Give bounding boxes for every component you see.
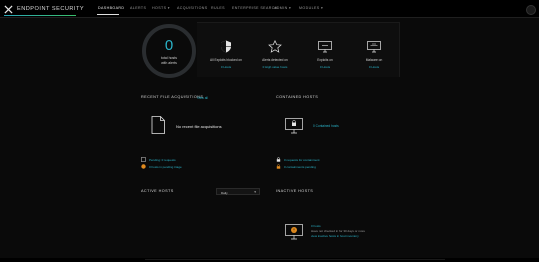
range-value: Daily xyxy=(221,190,228,195)
view-all-acquisitions-link[interactable]: View all xyxy=(197,96,208,100)
active-hosts-title: ACTIVE HOSTS xyxy=(141,189,174,193)
file-icon xyxy=(141,157,146,162)
brand[interactable]: ENDPOINT SECURITY xyxy=(4,3,84,15)
contained-monitor-icon xyxy=(285,118,303,134)
nav-admin[interactable]: ADMIN ▾ xyxy=(274,6,291,10)
view-inactive-hosts-link[interactable]: view inactive hosts in host inventory xyxy=(311,234,365,239)
pending-lock-icon xyxy=(276,164,281,169)
star-icon xyxy=(268,40,282,53)
no-acquisitions-message: No recent file acquisitions xyxy=(176,124,222,129)
malware-monitor-icon xyxy=(367,41,381,53)
containments-pending-row[interactable]: 0 containments pending xyxy=(276,164,316,169)
nav-alerts[interactable]: ALERTS xyxy=(130,6,146,10)
pending-triage-row[interactable]: 0 hosts in pending triage xyxy=(141,164,182,169)
inactive-hosts-info: 0 hosts Have not checked in for 30 days … xyxy=(311,224,365,239)
footer-divider xyxy=(145,259,445,260)
app-name: ENDPOINT SECURITY xyxy=(17,6,85,12)
recent-acquisitions-title: RECENT FILE ACQUISITIONS xyxy=(141,95,204,99)
nav-acquisitions[interactable]: ACQUISITIONS xyxy=(177,6,208,10)
contained-hosts-count[interactable]: 0 Contained hosts xyxy=(313,124,339,128)
nav-enterprise-search[interactable]: ENTERPRISE SEARCH xyxy=(232,6,278,10)
brand-underline xyxy=(4,15,76,16)
endpoint-logo-icon xyxy=(4,4,13,14)
pending-requests-row[interactable]: Pending: 0 requests xyxy=(141,157,176,162)
nav-dashboard[interactable]: DASHBOARD xyxy=(98,6,124,10)
inactive-monitor-icon xyxy=(285,224,303,240)
chevron-down-icon: ▾ xyxy=(254,190,256,194)
warning-icon xyxy=(141,164,146,169)
active-hosts-range-select[interactable]: Daily ▾ xyxy=(216,188,260,195)
lock-icon xyxy=(276,157,281,162)
exploit-monitor-icon xyxy=(318,41,332,53)
user-menu-button[interactable] xyxy=(526,5,536,15)
shield-icon xyxy=(221,40,231,53)
hosts-with-alerts-label: total hosts with alerts xyxy=(161,56,177,65)
contained-hosts-title: CONTAINED HOSTS xyxy=(276,95,319,99)
nav-modules[interactable]: MODULES ▾ xyxy=(299,6,323,10)
nav-rules[interactable]: RULES xyxy=(211,6,225,10)
document-icon xyxy=(151,116,165,134)
nav-hosts[interactable]: HOSTS ▾ xyxy=(152,6,170,10)
containment-requests-row[interactable]: 0 requests for containment xyxy=(276,157,320,162)
nav-active-indicator xyxy=(97,14,119,15)
hosts-with-alerts-count: 0 xyxy=(164,37,174,54)
inactive-hosts-title: INACTIVE HOSTS xyxy=(276,189,314,193)
